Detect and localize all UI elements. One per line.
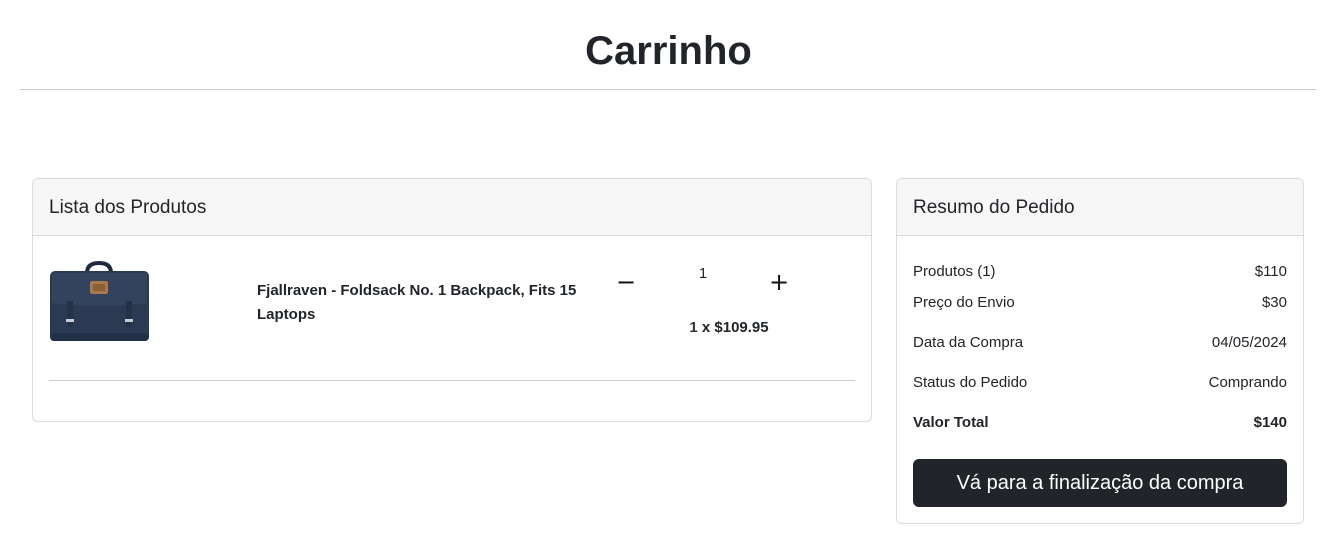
summary-shipping-label: Preço do Envio bbox=[913, 294, 1015, 311]
line-price-quantity: 1 bbox=[689, 319, 698, 336]
summary-status-row: Status do Pedido Comprando bbox=[913, 372, 1287, 394]
summary-shipping-row: Preço do Envio $30 bbox=[913, 292, 1287, 314]
checkout-button[interactable]: Vá para a finalização da compra bbox=[913, 459, 1287, 507]
product-name[interactable]: Fjallraven - Foldsack No. 1 Backpack, Fi… bbox=[257, 279, 587, 327]
decrease-quantity-button[interactable]: − bbox=[611, 267, 641, 297]
item-divider bbox=[49, 380, 855, 381]
summary-shipping-value: $30 bbox=[1261, 294, 1287, 311]
summary-products-value: $110 bbox=[1254, 263, 1287, 280]
line-price-separator: x bbox=[697, 319, 715, 336]
backpack-image bbox=[50, 260, 149, 341]
line-price: 1 x $109.95 bbox=[649, 317, 809, 339]
summary-status-label: Status do Pedido bbox=[913, 374, 1028, 391]
products-card-header: Lista dos Produtos bbox=[33, 179, 871, 236]
summary-date-row: Data da Compra 04/05/2024 bbox=[913, 332, 1287, 354]
order-summary-card: Resumo do Pedido Produtos (1) $110 Preço… bbox=[896, 178, 1304, 524]
summary-products-label: Produtos (1) bbox=[913, 263, 996, 280]
products-card: Lista dos Produtos Fjallraven - Foldsack… bbox=[32, 178, 872, 422]
summary-total-row: Valor Total $140 bbox=[913, 412, 1287, 434]
summary-date-value: 04/05/2024 bbox=[1211, 334, 1287, 351]
summary-date-label: Data da Compra bbox=[913, 334, 1024, 351]
summary-total-label: Valor Total bbox=[913, 414, 989, 431]
summary-card-header: Resumo do Pedido bbox=[897, 179, 1303, 236]
page-title: Carrinho bbox=[585, 29, 752, 73]
title-divider bbox=[20, 89, 1316, 90]
increase-quantity-button[interactable]: + bbox=[764, 267, 794, 297]
summary-status-value: Comprando bbox=[1208, 374, 1287, 391]
summary-products-row: Produtos (1) $110 bbox=[913, 261, 1287, 283]
line-price-unit: $109.95 bbox=[714, 319, 769, 336]
summary-total-value: $140 bbox=[1253, 414, 1287, 431]
cart-item: Fjallraven - Foldsack No. 1 Backpack, Fi… bbox=[49, 259, 855, 381]
quantity-value: 1 bbox=[698, 265, 708, 282]
